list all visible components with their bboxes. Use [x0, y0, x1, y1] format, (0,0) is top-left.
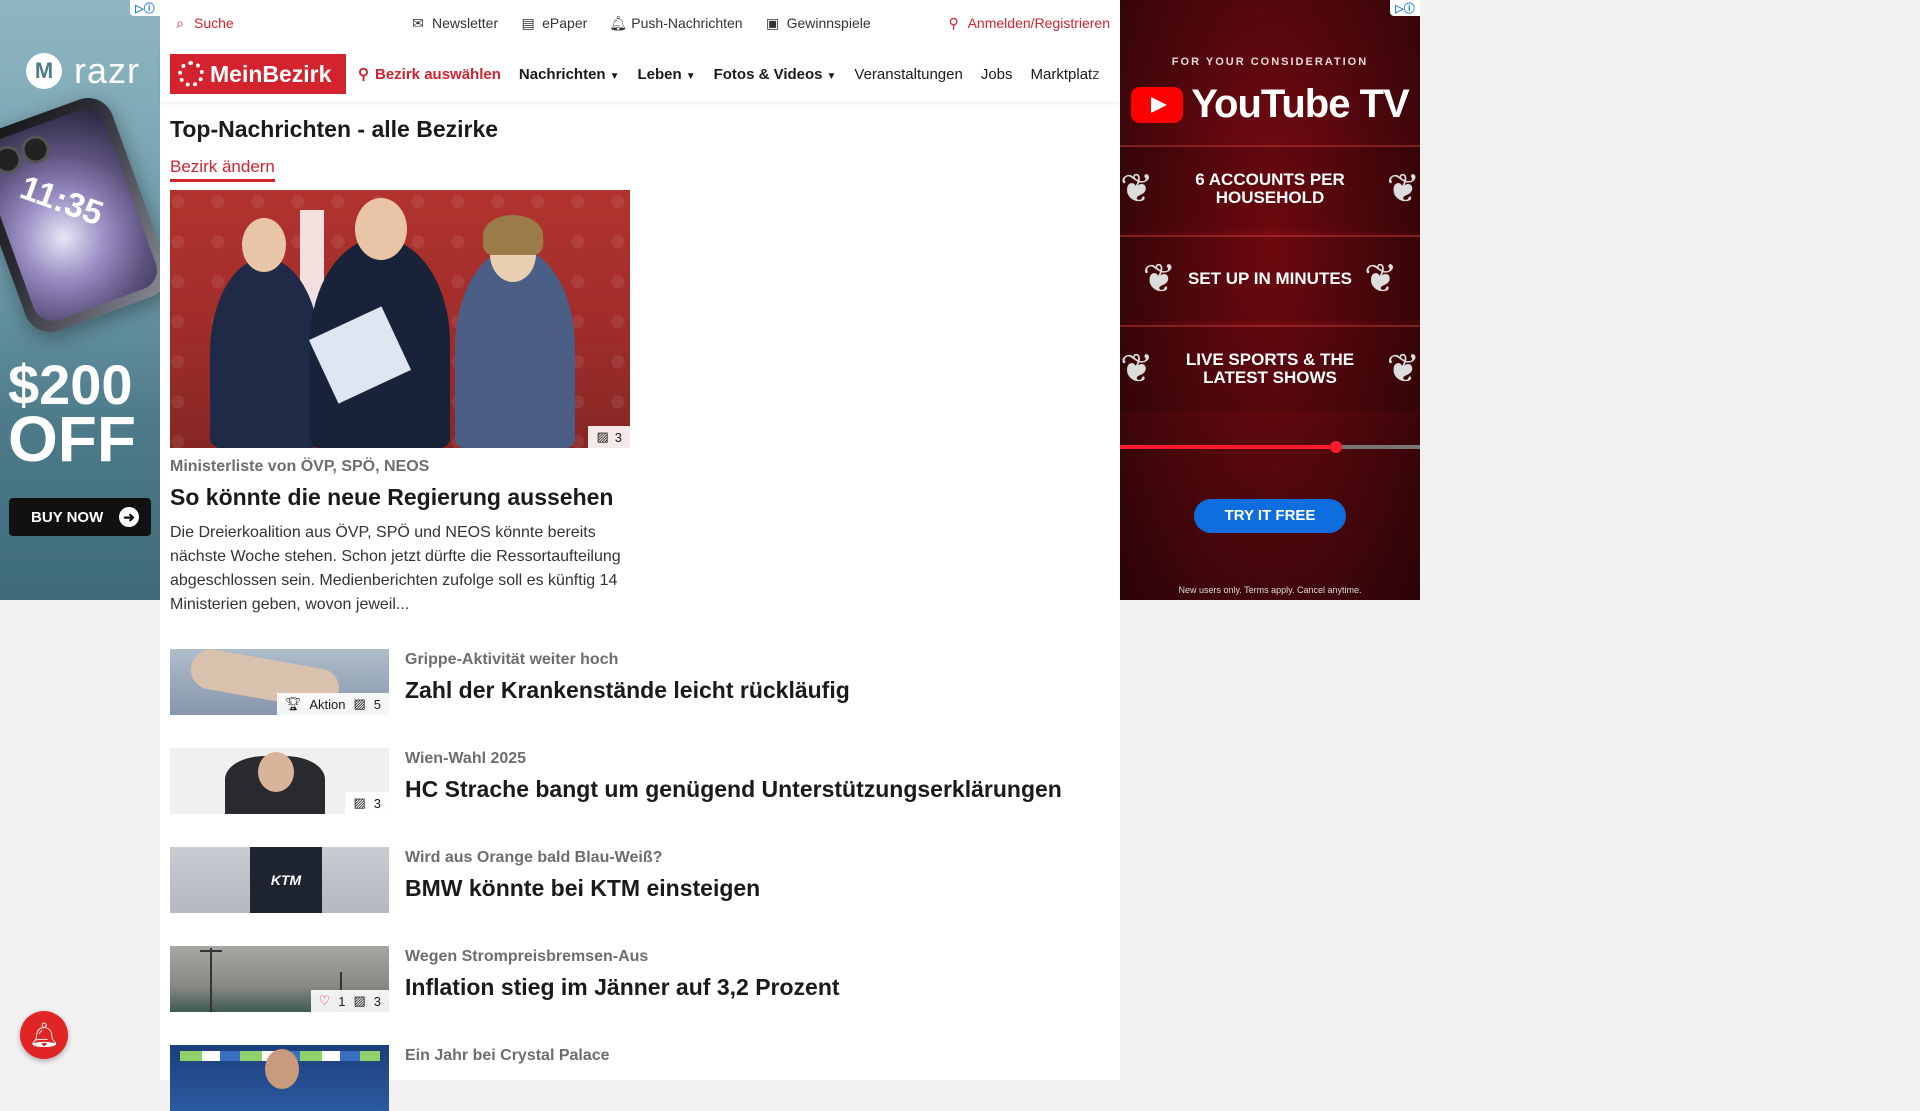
article-headline: Inflation stieg im Jänner auf 3,2 Prozen…	[405, 974, 840, 1000]
gift-icon: ▣	[765, 14, 780, 31]
youtube-tv-logo: YouTube TV	[1120, 82, 1420, 127]
laurel-icon: ❦	[1120, 347, 1154, 391]
ktm-sign: KTM	[250, 847, 322, 913]
list-item[interactable]: ♡ 1 ▨ 3 Wegen Strompreisbremsen-Aus Infl…	[170, 946, 1110, 1012]
hero-kicker: Ministerliste von ÖVP, SPÖ, NEOS	[170, 458, 430, 475]
video-progress-bar[interactable]	[1120, 441, 1420, 453]
adchoices-icon[interactable]: ▷ⓘ	[1390, 0, 1420, 16]
article-headline: HC Strache bangt um genügend Unterstützu…	[405, 776, 1062, 802]
main-nav: MeinBezirk ⚲ Bezirk auswählen Nachrichten…	[160, 46, 1120, 102]
utility-bar: ⌕ Suche ✉ Newsletter ▤ ePaper 🔔︎ Push-Nachr…	[160, 0, 1120, 46]
article-headline: BMW könnte bei KTM einsteigen	[405, 875, 761, 901]
nav-jobs[interactable]: Jobs	[981, 66, 1013, 83]
razr-logo: M razr	[26, 50, 140, 92]
laurel-icon: ❦	[1120, 167, 1154, 211]
article-list: 🏆︎ Aktion ▨ 5 Grippe-Aktivität weiter ho…	[170, 649, 1110, 1111]
article-thumbnail: ▨ 3	[170, 748, 389, 814]
hero-image: ▨ 3	[170, 190, 630, 448]
article-kicker: Wegen Strompreisbremsen-Aus	[405, 948, 649, 965]
trophy-icon: 🏆︎	[284, 696, 302, 711]
laurel-icon: ❦	[1142, 257, 1176, 301]
ad-price: $200 OFF	[8, 353, 136, 475]
list-item[interactable]: KTM Wird aus Orange bald Blau-Weiß? BMW …	[170, 847, 1110, 913]
article-thumbnail: KTM	[170, 847, 389, 913]
image-icon: ▨	[353, 993, 366, 1008]
chevron-down-icon: ▼	[826, 70, 837, 82]
list-item[interactable]: 🏆︎ Aktion ▨ 5 Grippe-Aktivität weiter ho…	[170, 649, 1110, 715]
article-badges: ♡ 1 ▨ 3	[310, 990, 389, 1012]
article-thumbnail	[170, 1045, 389, 1111]
page-title: Top-Nachrichten - alle Bezirke	[170, 116, 499, 142]
mail-icon: ✉	[412, 14, 424, 31]
article-kicker: Grippe-Aktivität weiter hoch	[405, 651, 619, 668]
article-kicker: Wird aus Orange bald Blau-Weiß?	[405, 849, 663, 866]
buy-now-button[interactable]: BUY NOW ➜	[9, 498, 151, 536]
left-ad-banner[interactable]: ▷ⓘ M razr 11:35 $200 OFF BUY NOW ➜	[0, 0, 160, 600]
bell-icon: 🔔︎	[28, 1021, 60, 1049]
list-item[interactable]: Ein Jahr bei Crystal Palace	[170, 1045, 1110, 1111]
epaper-link[interactable]: ▤ ePaper	[520, 14, 588, 32]
push-link[interactable]: 🔔︎ Push-Nachrichten	[609, 15, 742, 32]
user-icon: ⚲	[948, 14, 959, 31]
image-icon: ▨	[353, 696, 366, 711]
nav-veranstaltungen[interactable]: Veranstaltungen	[854, 66, 962, 83]
list-item[interactable]: ▨ 3 Wien-Wahl 2025 HC Strache bangt um g…	[170, 748, 1110, 814]
ad-feature: ❦ 6 ACCOUNTS PER HOUSEHOLD ❦	[1120, 145, 1420, 231]
try-it-free-button[interactable]: TRY IT FREE	[1194, 499, 1346, 533]
progress-handle[interactable]	[1330, 441, 1342, 453]
location-pin-icon: ⚲	[358, 66, 369, 83]
article-badges: ▨ 3	[345, 792, 389, 814]
chevron-down-icon: ▼	[609, 70, 620, 82]
right-ad-banner[interactable]: ▷ⓘ FOR YOUR CONSIDERATION YouTube TV ❦ 6…	[1120, 0, 1420, 600]
motorola-icon: M	[26, 53, 62, 89]
login-link[interactable]: ⚲ Anmelden/Registrieren	[946, 15, 1110, 32]
ad-eyebrow: FOR YOUR CONSIDERATION	[1171, 56, 1369, 68]
article-kicker: Ein Jahr bei Crystal Palace	[405, 1047, 610, 1064]
nav-nachrichten[interactable]: Nachrichten ▼	[519, 66, 620, 83]
article-badges: 🏆︎ Aktion ▨ 5	[276, 693, 389, 715]
chevron-down-icon: ▼	[685, 70, 696, 82]
article-headline: Zahl der Krankenstände leicht rückläufig	[405, 677, 850, 703]
hero-teaser: Die Dreierkoalition aus ÖVP, SPÖ und NEO…	[170, 524, 621, 613]
hero-article[interactable]: ▨ 3 Ministerliste von ÖVP, SPÖ, NEOS So k…	[170, 190, 1110, 617]
image-count-badge: ▨ 3	[588, 426, 630, 448]
newsletter-link[interactable]: ✉ Newsletter	[410, 15, 498, 32]
heart-icon: ♡	[318, 993, 331, 1008]
bell-icon: 🔔︎	[609, 14, 628, 31]
laurel-icon: ❦	[1386, 347, 1420, 391]
article-kicker: Wien-Wahl 2025	[405, 750, 527, 767]
laurel-icon: ❦	[1386, 167, 1420, 211]
search-icon: ⌕	[176, 14, 184, 31]
play-icon	[1131, 86, 1184, 123]
logo-icon	[178, 61, 204, 87]
nav-leben[interactable]: Leben ▼	[638, 66, 696, 83]
image-icon: ▨	[596, 429, 609, 444]
article-thumbnail: 🏆︎ Aktion ▨ 5	[170, 649, 389, 715]
article-thumbnail: ♡ 1 ▨ 3	[170, 946, 389, 1012]
bezirk-select[interactable]: ⚲ Bezirk auswählen	[358, 65, 501, 84]
arrow-right-icon: ➜	[119, 507, 139, 527]
ad-brand: razr	[74, 50, 140, 91]
change-bezirk-link[interactable]: Bezirk ändern	[170, 157, 275, 182]
adchoices-icon[interactable]: ▷ⓘ	[130, 0, 160, 16]
notification-bell-button[interactable]: 🔔︎	[20, 1011, 68, 1059]
newspaper-icon: ▤	[521, 14, 535, 31]
hero-headline: So könnte die neue Regierung aussehen	[170, 484, 614, 510]
search-link[interactable]: ⌕ Suche	[172, 15, 234, 32]
site-logo[interactable]: MeinBezirk	[170, 54, 346, 94]
nav-fotos-videos[interactable]: Fotos & Videos ▼	[714, 66, 837, 83]
ad-feature: ❦ SET UP IN MINUTES ❦	[1120, 235, 1420, 321]
image-icon: ▨	[353, 795, 366, 810]
ad-feature: ❦ LIVE SPORTS & THE LATEST SHOWS ❦	[1120, 325, 1420, 411]
gewinnspiele-link[interactable]: ▣ Gewinnspiele	[765, 15, 871, 32]
ad-fineprint: New users only. Terms apply. Cancel anyt…	[1178, 585, 1362, 595]
phone-image: 11:35	[0, 90, 160, 340]
main-column: ⌕ Suche ✉ Newsletter ▤ ePaper 🔔︎ Push-Nachr…	[160, 0, 1120, 1111]
laurel-icon: ❦	[1364, 257, 1398, 301]
